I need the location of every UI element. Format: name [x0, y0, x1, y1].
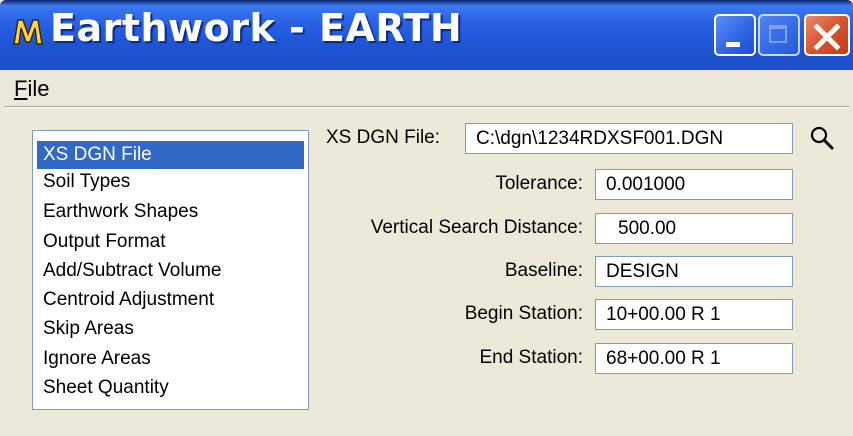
menu-bar: File	[0, 70, 853, 108]
list-item-skip-areas[interactable]: Skip Areas	[37, 315, 134, 343]
close-button[interactable]	[804, 14, 850, 56]
list-item-soil-types[interactable]: Soil Types	[37, 168, 130, 196]
minimize-icon	[726, 42, 740, 47]
baseline-label: Baseline:	[504, 260, 583, 281]
tolerance-label: Tolerance:	[495, 173, 583, 194]
begin-station-input[interactable]: 10+00.00 R 1	[595, 299, 793, 330]
vertical-search-distance-input[interactable]: 500.00	[595, 213, 793, 244]
maximize-button	[758, 14, 800, 56]
menu-separator	[4, 106, 849, 108]
magnifier-icon[interactable]	[808, 124, 836, 152]
list-item-ignore-areas[interactable]: Ignore Areas	[37, 345, 151, 373]
end-station-label: End Station:	[479, 347, 583, 368]
vertical-search-distance-label: Vertical Search Distance:	[370, 217, 583, 238]
xs-dgn-file-label: XS DGN File:	[326, 127, 441, 148]
end-station-input[interactable]: 68+00.00 R 1	[595, 343, 793, 374]
list-item-sheet-quantity[interactable]: Sheet Quantity	[37, 374, 169, 402]
earthwork-dialog: Earthwork - EARTH File XS DGN File Soil …	[0, 0, 853, 436]
maximize-icon	[769, 25, 787, 43]
category-list[interactable]: XS DGN File Soil Types Earthwork Shapes …	[32, 130, 309, 410]
tolerance-input[interactable]: 0.001000	[595, 169, 793, 200]
minimize-button[interactable]	[714, 14, 756, 56]
xs-dgn-file-input[interactable]: C:\dgn\1234RDXSF001.DGN	[465, 123, 793, 154]
window-title: Earthwork - EARTH	[50, 6, 463, 50]
list-item-earthwork-shapes[interactable]: Earthwork Shapes	[37, 198, 198, 226]
close-icon	[813, 23, 841, 51]
list-item-output-format[interactable]: Output Format	[37, 228, 166, 256]
list-item-add-subtract-volume[interactable]: Add/Subtract Volume	[37, 257, 222, 285]
baseline-input[interactable]: DESIGN	[595, 256, 793, 287]
microstation-app-icon	[13, 19, 43, 45]
list-item-xs-dgn-file[interactable]: XS DGN File	[37, 141, 304, 169]
begin-station-label: Begin Station:	[464, 303, 583, 324]
title-bar[interactable]: Earthwork - EARTH	[0, 0, 853, 70]
menu-file[interactable]: File	[14, 76, 49, 102]
list-item-centroid-adjustment[interactable]: Centroid Adjustment	[37, 286, 214, 314]
